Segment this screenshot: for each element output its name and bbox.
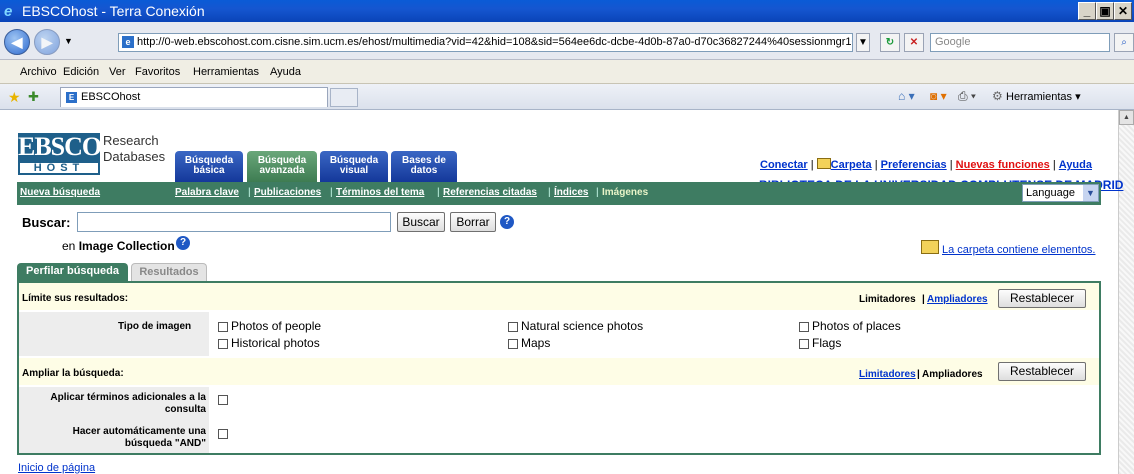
- url-field[interactable]: e http://0-web.ebscohost.com.cisne.sim.u…: [118, 33, 853, 52]
- tab-busqueda-basica[interactable]: Búsqueda básica: [175, 151, 243, 182]
- ebsco-favicon-icon: E: [66, 92, 77, 103]
- top-links: Conectar | Carpeta | Preferencias | Nuev…: [760, 158, 1092, 171]
- logo-research-databases: Research Databases: [103, 133, 166, 164]
- tab-busqueda-visual[interactable]: Búsqueda visual: [320, 151, 388, 182]
- forward-button[interactable]: ▶: [34, 29, 60, 55]
- menu-archivo[interactable]: Archivo: [20, 66, 57, 78]
- page-icon: e: [122, 36, 134, 48]
- new-tab-button[interactable]: [330, 88, 358, 107]
- minimize-button[interactable]: _: [1078, 2, 1096, 20]
- help-icon[interactable]: ?: [500, 215, 514, 229]
- menu-ver[interactable]: Ver: [109, 66, 126, 78]
- ie-logo-icon: e: [4, 3, 13, 20]
- menu-favoritos[interactable]: Favoritos: [135, 66, 180, 78]
- stop-icon[interactable]: ✕: [904, 33, 924, 52]
- print-icon[interactable]: ⎙ ▾: [958, 89, 976, 104]
- scroll-up-icon[interactable]: ▲: [1119, 110, 1134, 125]
- checkbox-photos-of-people[interactable]: [218, 322, 228, 332]
- ayuda-link[interactable]: Ayuda: [1059, 159, 1092, 171]
- imagenes-link[interactable]: Imágenes: [602, 187, 648, 198]
- tab-resultados[interactable]: Resultados: [131, 263, 207, 281]
- referencias-citadas-link[interactable]: Referencias citadas: [443, 187, 537, 198]
- restablecer-limit-button[interactable]: Restablecer: [998, 289, 1086, 308]
- checkbox-apply-additional-terms[interactable]: [218, 395, 228, 405]
- menu-herramientas[interactable]: Herramientas: [193, 66, 259, 78]
- limit-heading: Límite sus resultados:: [22, 293, 129, 304]
- buscar-button[interactable]: Buscar: [397, 212, 445, 232]
- tab-ebscohost[interactable]: E EBSCOhost: [60, 87, 328, 107]
- limit-label-column: [19, 312, 209, 356]
- logo-ebsco-text: EBSCO: [18, 132, 102, 161]
- folder-contents-link[interactable]: La carpeta contiene elementos.: [942, 244, 1096, 256]
- expand-heading: Ampliar la búsqueda:: [22, 368, 124, 379]
- checkbox-natural-science-photos[interactable]: [508, 322, 518, 332]
- language-select[interactable]: Language ▼: [1022, 184, 1099, 202]
- chevron-down-icon: ▼: [1083, 185, 1098, 201]
- carpeta-link[interactable]: Carpeta: [831, 159, 872, 171]
- ampliadores-link[interactable]: Ampliadores: [927, 294, 988, 305]
- search-engine-input[interactable]: Google: [930, 33, 1110, 52]
- conectar-link[interactable]: Conectar: [760, 159, 808, 171]
- ebsco-logo[interactable]: EBSCO HOST Research Databases: [18, 133, 168, 179]
- tools-gear-icon[interactable]: ⚙: [992, 89, 1003, 103]
- refresh-icon[interactable]: ↻: [880, 33, 900, 52]
- borrar-button[interactable]: Borrar: [450, 212, 496, 232]
- publicaciones-link[interactable]: Publicaciones: [254, 187, 321, 198]
- search-go-icon[interactable]: ⌕: [1114, 33, 1134, 52]
- tab-perfilar-busqueda[interactable]: Perfilar búsqueda: [17, 263, 128, 281]
- menu-edicion[interactable]: Edición: [63, 66, 99, 78]
- collection-help-icon[interactable]: ?: [176, 236, 190, 250]
- back-button[interactable]: ◀: [4, 29, 30, 55]
- carpeta-folder-icon: [816, 158, 831, 169]
- checkbox-maps[interactable]: [508, 339, 518, 349]
- expand-option-1-label: Aplicar términos adicionales a la consul…: [50, 392, 206, 415]
- terminos-del-tema-link[interactable]: Términos del tema: [336, 187, 424, 198]
- preferencias-link[interactable]: Preferencias: [881, 159, 947, 171]
- favorites-star-icon[interactable]: ★: [8, 89, 21, 106]
- tab-busqueda-avanzada[interactable]: Búsqueda avanzada: [247, 151, 317, 182]
- nueva-busqueda-link[interactable]: Nueva búsqueda: [20, 187, 100, 198]
- logo-host-text: HOST: [18, 161, 100, 175]
- checkbox-photos-of-places[interactable]: [799, 322, 809, 332]
- inicio-de-pagina-link[interactable]: Inicio de página: [18, 462, 95, 474]
- limitadores-label: Limitadores: [859, 294, 916, 305]
- window-title: EBSCOhost - Terra Conexión: [22, 3, 205, 19]
- maximize-button[interactable]: ▣: [1096, 2, 1114, 20]
- buscar-label: Buscar:: [22, 215, 71, 230]
- ampliadores-label: Ampliadores: [922, 369, 983, 380]
- home-icon[interactable]: ⌂ ▾: [898, 89, 915, 103]
- history-dropdown-icon[interactable]: ▼: [64, 36, 73, 46]
- collection-name: Image Collection: [78, 239, 175, 253]
- limitadores-link[interactable]: Limitadores: [859, 369, 916, 380]
- checkbox-auto-and-search[interactable]: [218, 429, 228, 439]
- tab-bases-de-datos[interactable]: Bases de datos: [391, 151, 457, 182]
- menu-ayuda[interactable]: Ayuda: [270, 66, 301, 78]
- tipo-de-imagen-label: Tipo de imagen: [118, 321, 192, 332]
- close-window-button[interactable]: ✕: [1114, 2, 1132, 20]
- indices-link[interactable]: Índices: [554, 187, 588, 198]
- url-dropdown-button[interactable]: ▼: [856, 33, 870, 52]
- expand-option-2-label: Hacer automáticamente una búsqueda "AND": [72, 426, 206, 449]
- feeds-icon[interactable]: ◙ ▾: [930, 89, 947, 103]
- checkbox-flags[interactable]: [799, 339, 809, 349]
- vertical-scrollbar[interactable]: ▲: [1118, 110, 1134, 474]
- search-scope: en Image Collection: [62, 239, 175, 253]
- palabra-clave-link[interactable]: Palabra clave: [175, 187, 239, 198]
- window-titlebar: e EBSCOhost - Terra Conexión _ ▣ ✕: [0, 0, 1134, 22]
- tools-menu[interactable]: Herramientas ▾: [1006, 90, 1081, 103]
- restablecer-expand-button[interactable]: Restablecer: [998, 362, 1086, 381]
- add-favorite-icon[interactable]: ✚: [28, 89, 39, 105]
- checkbox-historical-photos[interactable]: [218, 339, 228, 349]
- search-input[interactable]: [77, 212, 391, 232]
- nuevas-funciones-link[interactable]: Nuevas funciones: [956, 159, 1050, 171]
- folder-icon[interactable]: [921, 240, 939, 254]
